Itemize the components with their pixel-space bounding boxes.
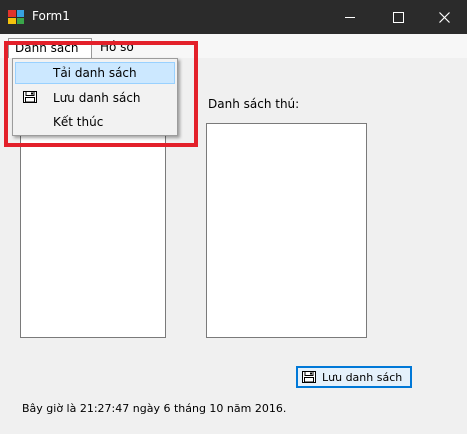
status-text: Bây giờ là 21:27:47 ngày 6 tháng 10 năm … xyxy=(22,402,287,415)
minimize-button[interactable] xyxy=(327,0,373,34)
save-button-label: Lưu danh sách xyxy=(322,370,403,384)
app-icon xyxy=(8,10,24,24)
animal-listbox[interactable] xyxy=(206,123,367,338)
minimize-icon xyxy=(345,16,355,18)
window-title: Form1 xyxy=(32,9,70,23)
maximize-icon xyxy=(392,11,404,23)
close-button[interactable] xyxy=(421,0,467,34)
left-listbox[interactable] xyxy=(20,123,166,338)
floppy-disk-icon xyxy=(302,371,316,383)
close-icon xyxy=(438,11,450,23)
annotation-highlight-box xyxy=(4,41,198,147)
maximize-button[interactable] xyxy=(375,0,421,34)
animal-list-label: Danh sách thú: xyxy=(208,97,300,111)
title-bar[interactable]: Form1 xyxy=(0,0,467,34)
save-list-button[interactable]: Lưu danh sách xyxy=(296,366,412,388)
form-window: Form1 Danh sách Hồ sơ Danh sách thú: Tải… xyxy=(0,0,467,434)
